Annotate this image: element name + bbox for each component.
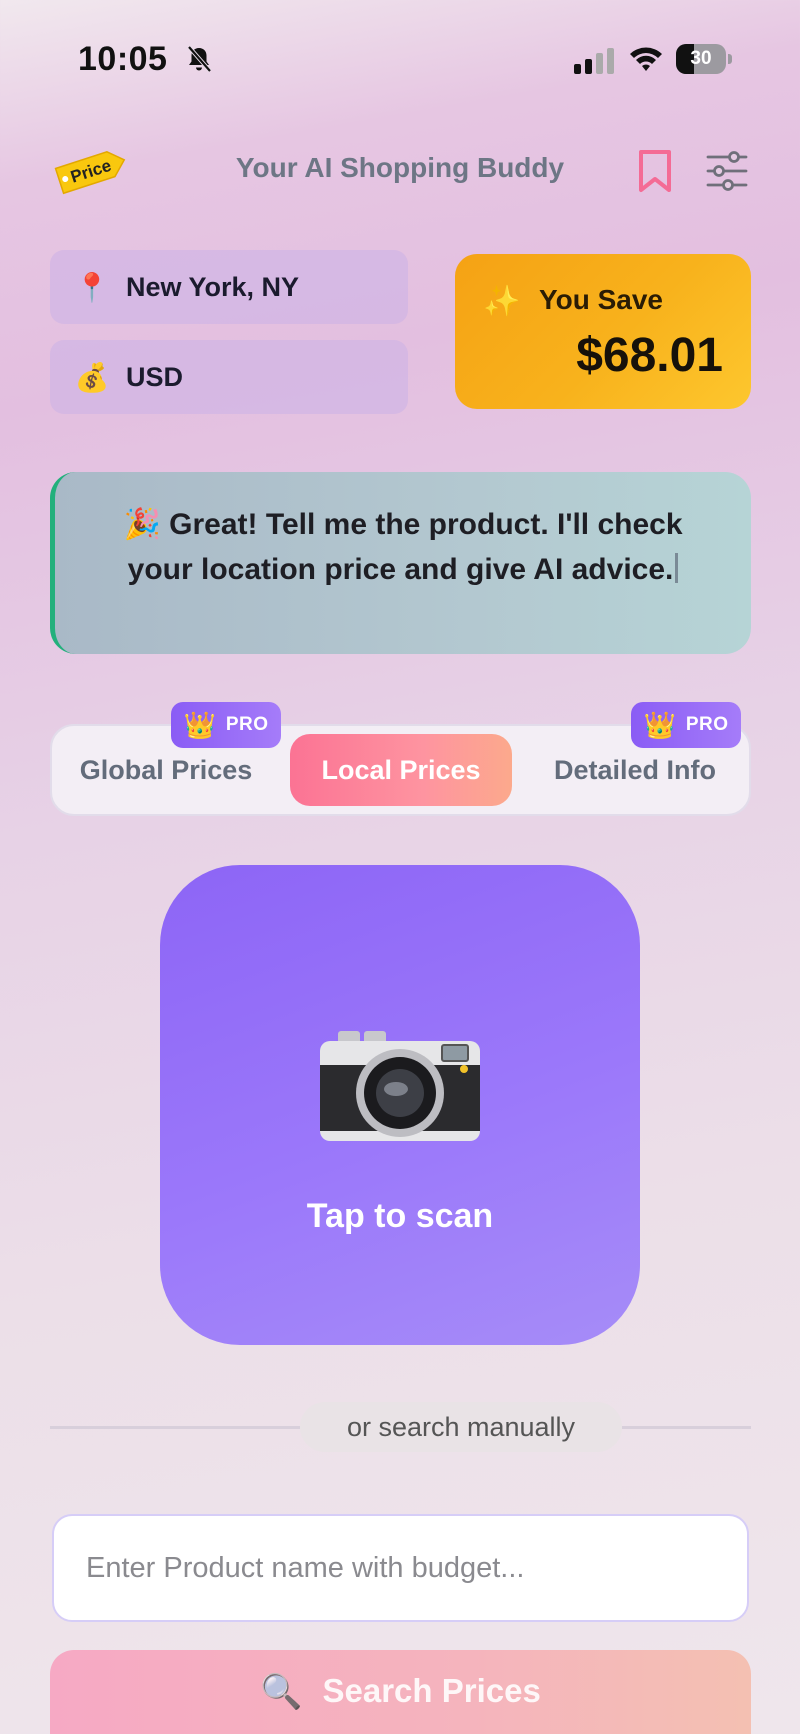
search-prices-button[interactable]: 🔍 Search Prices: [50, 1650, 751, 1734]
pro-badge-global: 👑 PRO: [171, 702, 281, 748]
money-bag-icon: 💰: [74, 361, 110, 393]
location-pin-icon: 📍: [74, 271, 110, 303]
scan-button[interactable]: Tap to scan: [160, 865, 640, 1345]
savings-card: ✨ You Save $68.01: [455, 254, 751, 409]
pro-badge-detailed: 👑 PRO: [631, 702, 741, 748]
bell-slash-icon: [187, 45, 212, 73]
typing-cursor: [675, 553, 679, 583]
ai-message-text: Great! Tell me the product. I'll check y…: [127, 508, 683, 586]
currency-chip[interactable]: 💰 USD: [50, 340, 408, 414]
status-time: 10:05: [78, 40, 168, 78]
app-logo: Price: [54, 151, 126, 195]
sparkles-icon: ✨: [483, 285, 521, 318]
pro-label: PRO: [225, 714, 269, 735]
divider-label: or search manually: [300, 1402, 622, 1452]
currency-label: USD: [126, 361, 184, 392]
scan-label: Tap to scan: [306, 1197, 494, 1235]
party-popper-icon: 🎉: [123, 508, 161, 541]
header-title: Your AI Shopping Buddy: [235, 152, 565, 183]
wifi-icon: [630, 47, 662, 71]
pro-label: PRO: [685, 714, 729, 735]
search-icon: 🔍: [260, 1673, 303, 1711]
search-prices-label: Search Prices: [322, 1672, 541, 1709]
location-chip[interactable]: 📍 New York, NY: [50, 250, 408, 324]
divider-line-right: [622, 1426, 751, 1429]
battery-level: 30: [690, 48, 712, 69]
location-label: New York, NY: [126, 271, 300, 302]
ai-message-bubble: 🎉 Great! Tell me the product. I'll check…: [50, 472, 751, 654]
tab-local-prices[interactable]: Local Prices: [290, 734, 512, 806]
product-search-input[interactable]: [52, 1514, 749, 1622]
camera-icon: [320, 1031, 480, 1141]
cellular-signal-icon: [574, 48, 614, 74]
crown-icon: 👑: [183, 709, 216, 740]
savings-amount: $68.01: [576, 329, 723, 382]
savings-label: You Save: [539, 284, 663, 315]
divider-line-left: [50, 1426, 300, 1429]
crown-icon: 👑: [643, 709, 676, 740]
status-bar: 10:05 30: [0, 0, 800, 110]
bookmark-icon[interactable]: [636, 148, 674, 194]
filter-sliders-icon[interactable]: [706, 150, 748, 192]
battery-icon: 30: [676, 44, 732, 74]
